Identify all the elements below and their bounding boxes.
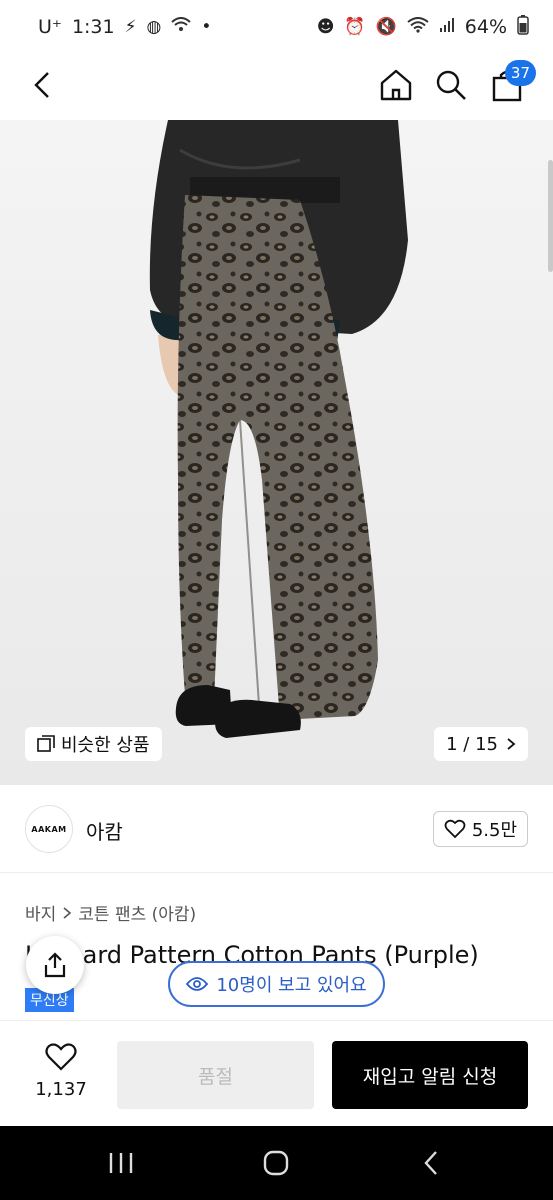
image-page-indicator[interactable]: 1 / 15 <box>434 727 528 761</box>
eye-icon <box>186 977 209 991</box>
page-indicator-text: 1 / 15 <box>446 733 498 755</box>
back-button[interactable] <box>20 62 66 108</box>
sold-out-button[interactable]: 품절 <box>117 1041 314 1109</box>
robot-icon: ☻ <box>316 16 335 37</box>
breadcrumb: 바지 코튼 팬츠 (아캄) <box>25 900 196 925</box>
chevron-right-icon <box>507 738 516 750</box>
wishlist-button[interactable]: 1,137 <box>30 1043 92 1100</box>
recent-apps-button[interactable] <box>101 1148 141 1178</box>
status-bar: U⁺ 1:31 ⚡ ◍ • ☻ ⏰ 🔇 64% <box>0 0 553 54</box>
share-button[interactable] <box>26 936 84 994</box>
back-nav-button[interactable] <box>411 1148 451 1178</box>
battery-percent: 64% <box>464 16 507 38</box>
chevron-right-icon <box>63 906 72 919</box>
brand-row[interactable]: AAKAM 아캄 5.5만 <box>0 785 553 873</box>
mute-icon: 🔇 <box>375 16 397 37</box>
status-right: ☻ ⏰ 🔇 64% <box>316 14 529 40</box>
restock-alert-button[interactable]: 재입고 알림 신청 <box>332 1041 528 1109</box>
top-navigation: 37 <box>0 54 553 120</box>
heart-icon <box>45 1043 77 1071</box>
basketball-icon: ◍ <box>146 16 162 37</box>
home-icon <box>380 69 412 101</box>
copy-squares-icon <box>37 735 55 752</box>
share-icon <box>44 952 66 978</box>
wifi-icon <box>407 17 429 37</box>
breadcrumb-subcategory[interactable]: 코튼 팬츠 (아캄) <box>78 900 196 925</box>
viewers-count-text: 10명이 보고 있어요 <box>216 975 367 996</box>
charging-icon: ⚡ <box>124 16 137 37</box>
clock: 1:31 <box>71 16 115 38</box>
cart-button[interactable]: 37 <box>484 60 536 108</box>
brand-like-count: 5.5만 <box>471 820 517 841</box>
home-button[interactable] <box>373 62 419 108</box>
bottom-action-bar: 1,137 품절 재입고 알림 신청 <box>0 1020 553 1126</box>
wishlist-count: 1,137 <box>35 1079 87 1100</box>
wifi-call-icon <box>171 17 192 37</box>
signal-icon <box>439 17 455 37</box>
battery-icon <box>517 14 529 40</box>
brand-logo[interactable]: AAKAM <box>25 805 73 853</box>
similar-products-label: 비슷한 상품 <box>61 735 150 756</box>
system-navigation-bar <box>0 1126 553 1200</box>
search-button[interactable] <box>428 62 474 108</box>
heart-icon <box>444 819 466 839</box>
home-circle-icon <box>263 1150 289 1176</box>
cart-count-badge: 37 <box>504 60 536 86</box>
home-nav-button[interactable] <box>256 1148 296 1178</box>
product-image-carousel[interactable]: 비슷한 상품 1 / 15 <box>0 120 553 785</box>
search-icon <box>436 70 466 100</box>
brand-logo-text: AAKAM <box>31 824 67 834</box>
back-chevron-icon <box>424 1151 437 1175</box>
brand-like-button[interactable]: 5.5만 <box>432 811 528 847</box>
breadcrumb-category[interactable]: 바지 <box>25 900 56 925</box>
chevron-left-icon <box>34 72 49 98</box>
scrollbar-thumb[interactable] <box>548 160 553 272</box>
carrier-label: U⁺ <box>38 16 62 38</box>
product-photo <box>149 120 408 738</box>
viewers-count-pill: 10명이 보고 있어요 <box>168 961 385 1007</box>
status-left: U⁺ 1:31 ⚡ ◍ • <box>38 16 211 38</box>
similar-products-button[interactable]: 비슷한 상품 <box>25 727 162 761</box>
dot-icon: • <box>201 16 212 37</box>
alarm-icon: ⏰ <box>344 16 366 37</box>
brand-name[interactable]: 아캄 <box>86 816 123 845</box>
recent-apps-icon <box>109 1153 133 1173</box>
